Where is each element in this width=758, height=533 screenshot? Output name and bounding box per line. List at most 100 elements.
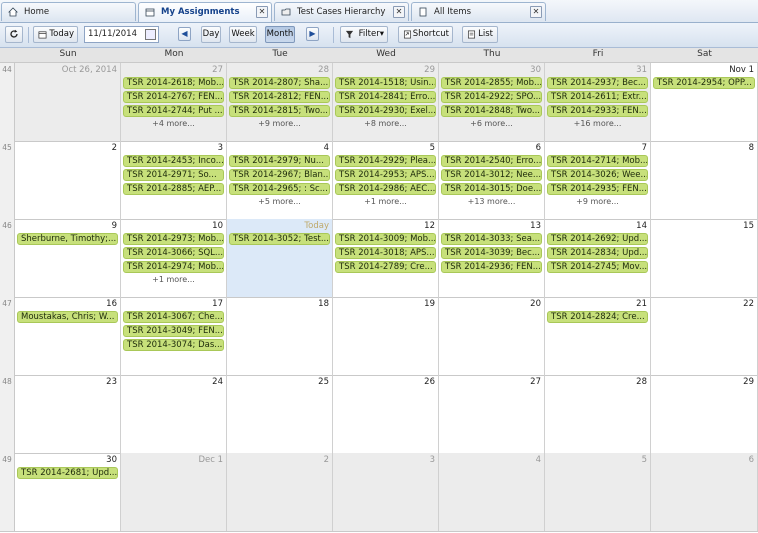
day-number[interactable]: 24 [212, 377, 223, 387]
day-cell[interactable]: Oct 26, 2014 [15, 63, 121, 141]
event-item[interactable]: TSR 2014-2815; Two... [229, 105, 330, 117]
event-item[interactable]: TSR 2014-3039; Bec... [441, 247, 542, 259]
day-number[interactable]: 21 [636, 299, 647, 309]
day-cell[interactable]: 3 [333, 453, 439, 531]
event-item[interactable]: TSR 2014-3015; Doe... [441, 183, 542, 195]
date-field[interactable]: 11/11/2014 [84, 26, 159, 43]
day-cell[interactable]: 27 [439, 375, 545, 453]
shortcut-button[interactable]: Shortcut [398, 26, 453, 43]
day-cell[interactable]: 31 TSR 2014-2937; Bec... TSR 2014-2611; Ex… [545, 63, 651, 141]
more-events-link[interactable]: +6 more... [439, 119, 544, 128]
filter-button[interactable]: Filter▾ [340, 26, 388, 43]
day-cell[interactable]: 2 [227, 453, 333, 531]
more-events-link[interactable]: +16 more... [545, 119, 650, 128]
day-number[interactable]: 3 [430, 455, 435, 465]
close-icon[interactable]: ✕ [530, 6, 542, 18]
day-cell[interactable]: 23 [15, 375, 121, 453]
event-item[interactable]: TSR 2014-3049; FEN... [123, 325, 224, 337]
event-item[interactable]: TSR 2014-2967; Blan... [229, 169, 330, 181]
more-events-link[interactable]: +13 more... [439, 197, 544, 206]
day-number[interactable]: 30 [106, 455, 117, 465]
event-item[interactable]: TSR 2014-2971; So... [123, 169, 224, 181]
day-cell[interactable]: 14 TSR 2014-2692; Upd... TSR 2014-2834; Up… [545, 219, 651, 297]
next-button[interactable]: ▶ [306, 27, 319, 41]
close-icon[interactable]: ✕ [393, 6, 405, 18]
day-number[interactable]: 12 [424, 221, 435, 231]
day-cell[interactable]: 3 TSR 2014-2453; Inco... TSR 2014-2971; So… [121, 141, 227, 219]
more-events-link[interactable]: +1 more... [333, 197, 438, 206]
day-number[interactable]: 28 [318, 65, 329, 75]
more-events-link[interactable]: +5 more... [227, 197, 332, 206]
day-cell[interactable]: 18 [227, 297, 333, 375]
day-number[interactable]: 30 [530, 65, 541, 75]
event-item[interactable]: TSR 2014-2841; Erro... [335, 91, 436, 103]
event-item[interactable]: TSR 2014-1518; Usin... [335, 77, 436, 89]
day-cell[interactable]: 30 TSR 2014-2681; Upd... [15, 453, 121, 531]
day-number[interactable]: 29 [743, 377, 754, 387]
day-number[interactable]: 23 [106, 377, 117, 387]
event-item[interactable]: TSR 2014-2954; OPP... [653, 77, 755, 89]
day-number[interactable]: 22 [743, 299, 754, 309]
event-item[interactable]: TSR 2014-2936; FEN... [441, 261, 542, 273]
event-item[interactable]: TSR 2014-2935; FEN... [547, 183, 648, 195]
day-number[interactable]: 27 [530, 377, 541, 387]
day-number[interactable]: 28 [636, 377, 647, 387]
event-item[interactable]: TSR 2014-2745; Mov... [547, 261, 648, 273]
day-cell[interactable]: 28 [545, 375, 651, 453]
day-cell[interactable]: 19 [333, 297, 439, 375]
event-item[interactable]: TSR 2014-2744; Put ... [123, 105, 224, 117]
day-cell[interactable]: 22 [651, 297, 758, 375]
event-item[interactable]: TSR 2014-2681; Upd... [17, 467, 118, 479]
event-item[interactable]: TSR 2014-2937; Bec... [547, 77, 648, 89]
event-item[interactable]: Moustakas, Chris; W... [17, 311, 118, 323]
event-item[interactable]: TSR 2014-2973; Mob... [123, 233, 224, 245]
event-item[interactable]: TSR 2014-2789; Cre... [335, 261, 436, 273]
event-item[interactable]: TSR 2014-2611; Extr... [547, 91, 648, 103]
today-button[interactable]: Today [33, 26, 78, 43]
event-item[interactable]: TSR 2014-3009; Mob... [335, 233, 436, 245]
day-number[interactable]: 6 [536, 143, 541, 153]
event-item[interactable]: TSR 2014-2953; APS... [335, 169, 436, 181]
day-number[interactable]: 2 [324, 455, 329, 465]
event-item[interactable]: TSR 2014-2807; Sha... [229, 77, 330, 89]
day-cell[interactable]: 10 TSR 2014-2973; Mob... TSR 2014-3066; SQ… [121, 219, 227, 297]
day-number[interactable]: 16 [106, 299, 117, 309]
day-view-button[interactable]: Day [201, 26, 221, 43]
day-number[interactable]: 3 [218, 143, 223, 153]
event-item[interactable]: TSR 2014-2965; : Sc... [229, 183, 330, 195]
day-cell[interactable]: 24 [121, 375, 227, 453]
event-item[interactable]: TSR 2014-3018; APS... [335, 247, 436, 259]
day-cell[interactable]: 21 TSR 2014-2824; Cre... [545, 297, 651, 375]
day-cell[interactable]: 6 [651, 453, 758, 531]
day-number[interactable]: 27 [212, 65, 223, 75]
day-number[interactable]: 9 [112, 221, 117, 231]
day-number[interactable]: 31 [636, 65, 647, 75]
event-item[interactable]: TSR 2014-2979; Nu... [229, 155, 330, 167]
event-item[interactable]: TSR 2014-2929; Plea... [335, 155, 436, 167]
more-events-link[interactable]: +9 more... [545, 197, 650, 206]
week-number[interactable]: 46 [0, 219, 15, 297]
event-item[interactable]: TSR 2014-2933; FEN... [547, 105, 648, 117]
day-cell[interactable]: Today TSR 2014-3052; Test... [227, 219, 333, 297]
day-number[interactable]: 13 [530, 221, 541, 231]
week-number[interactable]: 49 [0, 453, 15, 531]
day-number[interactable]: 15 [743, 221, 754, 231]
event-item[interactable]: TSR 2014-3012; Nee... [441, 169, 542, 181]
day-cell[interactable]: 5 [545, 453, 651, 531]
event-item[interactable]: TSR 2014-3052; Test... [229, 233, 330, 245]
day-cell[interactable]: 12 TSR 2014-3009; Mob... TSR 2014-3018; AP… [333, 219, 439, 297]
day-cell[interactable]: 8 [651, 141, 758, 219]
event-item[interactable]: Sherburne, Timothy;... [17, 233, 118, 245]
refresh-button[interactable] [5, 26, 23, 43]
day-number[interactable]: 17 [212, 299, 223, 309]
event-item[interactable]: TSR 2014-2692; Upd... [547, 233, 648, 245]
day-number[interactable]: 26 [424, 377, 435, 387]
list-button[interactable]: List [462, 26, 498, 43]
week-number[interactable]: 45 [0, 141, 15, 219]
day-cell[interactable]: 28 TSR 2014-2807; Sha... TSR 2014-2812; FE… [227, 63, 333, 141]
event-item[interactable]: TSR 2014-2922; SPO... [441, 91, 542, 103]
day-cell[interactable]: 6 TSR 2014-2540; Erro... TSR 2014-3012; Ne… [439, 141, 545, 219]
day-number[interactable]: 7 [642, 143, 647, 153]
day-number[interactable]: 4 [324, 143, 329, 153]
day-cell[interactable]: 20 [439, 297, 545, 375]
